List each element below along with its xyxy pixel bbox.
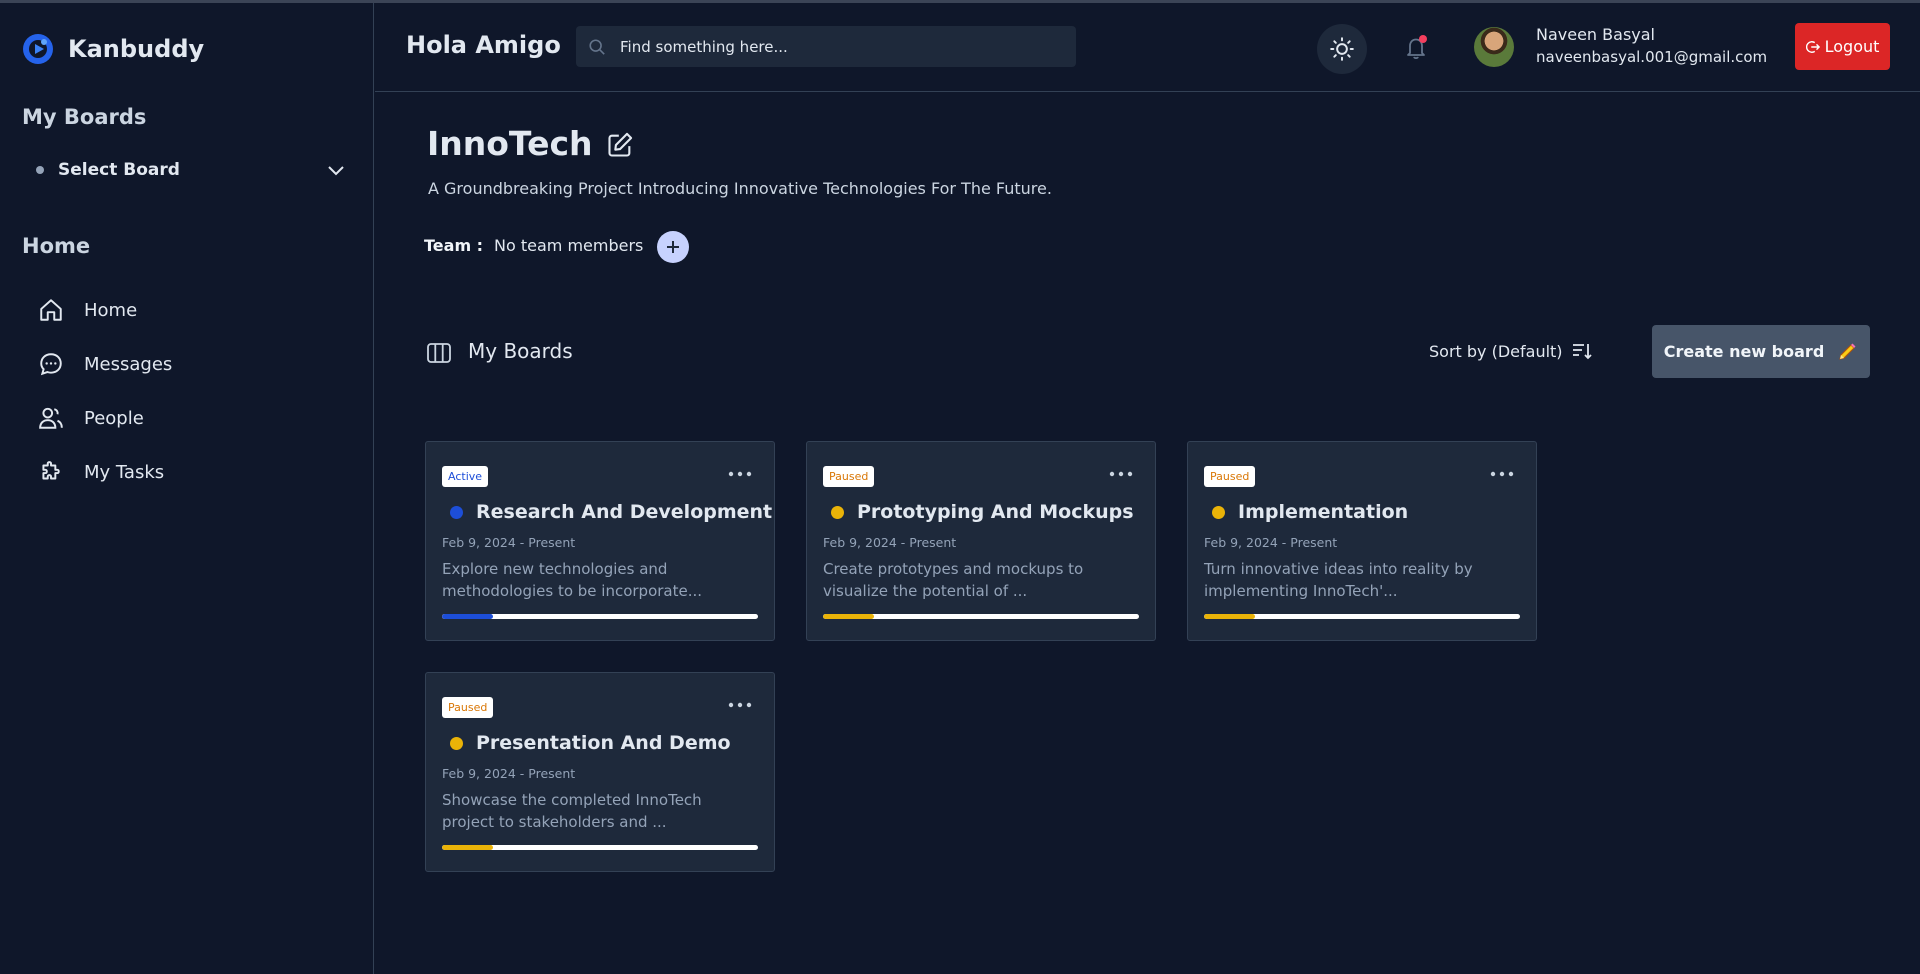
boards-section-title: My Boards bbox=[468, 339, 573, 363]
sort-icon bbox=[1572, 344, 1592, 360]
columns-icon bbox=[427, 343, 451, 363]
select-board-dropdown[interactable]: Select Board bbox=[36, 155, 346, 185]
progress-bar bbox=[442, 614, 758, 619]
sidebar: Kanbuddy My Boards Select Board Home Hom… bbox=[0, 3, 374, 974]
board-card[interactable]: Paused Implementation Feb 9, 2024 - Pres… bbox=[1187, 441, 1537, 641]
status-dot-icon bbox=[450, 737, 463, 750]
search-input[interactable] bbox=[620, 37, 1060, 56]
logout-button[interactable]: Logout bbox=[1795, 23, 1890, 70]
board-date: Feb 9, 2024 - Present bbox=[442, 766, 576, 781]
status-badge: Paused bbox=[1204, 466, 1256, 487]
board-description: Turn innovative ideas into reality by im… bbox=[1204, 560, 1473, 600]
sun-icon bbox=[1330, 37, 1354, 61]
search-icon bbox=[589, 38, 605, 55]
board-title: Prototyping And Mockups bbox=[857, 501, 1134, 523]
board-card[interactable]: Paused Prototyping And Mockups Feb 9, 20… bbox=[806, 441, 1156, 641]
status-badge: Active bbox=[442, 466, 489, 487]
notification-bell-icon[interactable] bbox=[1402, 33, 1432, 63]
search-bar[interactable] bbox=[576, 26, 1076, 67]
board-date: Feb 9, 2024 - Present bbox=[442, 535, 576, 550]
board-description: Create prototypes and mockups to visuali… bbox=[823, 560, 1084, 600]
board-title: Presentation And Demo bbox=[476, 732, 731, 754]
plus-icon bbox=[667, 241, 679, 253]
board-card[interactable]: Paused Presentation And Demo Feb 9, 2024… bbox=[425, 672, 775, 872]
board-date: Feb 9, 2024 - Present bbox=[1204, 535, 1338, 550]
logout-label: Logout bbox=[1824, 37, 1880, 56]
kanbuddy-logo-icon bbox=[23, 34, 53, 64]
progress-fill bbox=[823, 614, 874, 619]
page-title: InnoTech bbox=[427, 124, 593, 163]
status-dot-icon bbox=[450, 506, 463, 519]
sidebar-item-label: My Tasks bbox=[84, 461, 165, 483]
more-options-icon[interactable] bbox=[728, 701, 752, 709]
status-dot-icon bbox=[831, 506, 844, 519]
pencil-icon bbox=[1839, 343, 1856, 360]
sidebar-item-label: Messages bbox=[84, 353, 173, 375]
more-options-icon[interactable] bbox=[1490, 470, 1514, 478]
user-email: naveenbasyal.001@gmail.com bbox=[1536, 48, 1768, 66]
add-team-member-button[interactable] bbox=[657, 231, 689, 263]
bullet-icon bbox=[36, 166, 44, 174]
more-options-icon[interactable] bbox=[728, 470, 752, 478]
progress-bar bbox=[1204, 614, 1520, 619]
create-board-label: Create new board bbox=[1663, 342, 1825, 361]
board-title: Research And Development bbox=[476, 501, 773, 523]
brand-name: Kanbuddy bbox=[68, 35, 205, 63]
team-label: Team : bbox=[424, 236, 484, 255]
sort-label: Sort by (Default) bbox=[1429, 341, 1563, 361]
select-board-label: Select Board bbox=[58, 160, 180, 180]
greeting: Hola Amigo bbox=[406, 31, 561, 59]
sort-button[interactable]: Sort by (Default) bbox=[1429, 340, 1593, 362]
sidebar-item-label: People bbox=[84, 407, 144, 429]
puzzle-icon bbox=[42, 461, 60, 480]
project-description: A Groundbreaking Project Introducing Inn… bbox=[428, 179, 1052, 198]
avatar[interactable] bbox=[1474, 27, 1514, 67]
people-icon bbox=[39, 407, 63, 429]
board-card[interactable]: Active Research And Development Feb 9, 2… bbox=[425, 441, 775, 641]
logout-icon bbox=[1805, 40, 1820, 53]
chat-icon bbox=[40, 353, 62, 376]
status-dot-icon bbox=[1212, 506, 1225, 519]
sidebar-item-home[interactable]: Home bbox=[38, 283, 338, 337]
progress-fill bbox=[1204, 614, 1255, 619]
create-new-board-button[interactable]: Create new board bbox=[1652, 325, 1870, 378]
more-options-icon[interactable] bbox=[1109, 470, 1133, 478]
team-members-value: No team members bbox=[494, 236, 644, 255]
brand[interactable]: Kanbuddy bbox=[22, 33, 204, 65]
progress-fill bbox=[442, 614, 493, 619]
board-title: Implementation bbox=[1238, 501, 1409, 523]
sidebar-item-label: Home bbox=[84, 299, 138, 321]
status-badge: Paused bbox=[442, 697, 494, 718]
user-name: Naveen Basyal bbox=[1536, 25, 1655, 44]
sidebar-nav: Home Messages People My Tasks bbox=[38, 283, 338, 499]
edit-icon[interactable] bbox=[606, 131, 634, 159]
chevron-down-icon bbox=[328, 166, 344, 176]
progress-bar bbox=[442, 845, 758, 850]
status-badge: Paused bbox=[823, 466, 875, 487]
sidebar-item-messages[interactable]: Messages bbox=[38, 337, 338, 391]
board-description: Explore new technologies and methodologi… bbox=[442, 560, 703, 600]
sidebar-item-people[interactable]: People bbox=[38, 391, 338, 445]
progress-fill bbox=[442, 845, 493, 850]
top-header: Hola Amigo Naveen Basyal naveenbasyal.00… bbox=[375, 3, 1920, 92]
theme-toggle-button[interactable] bbox=[1317, 24, 1367, 74]
my-boards-heading: My Boards bbox=[22, 105, 147, 129]
board-description: Showcase the completed InnoTech project … bbox=[442, 791, 702, 831]
home-icon bbox=[40, 299, 62, 321]
progress-bar bbox=[823, 614, 1139, 619]
sidebar-item-my-tasks[interactable]: My Tasks bbox=[38, 445, 338, 499]
home-heading: Home bbox=[22, 234, 91, 258]
board-date: Feb 9, 2024 - Present bbox=[823, 535, 957, 550]
